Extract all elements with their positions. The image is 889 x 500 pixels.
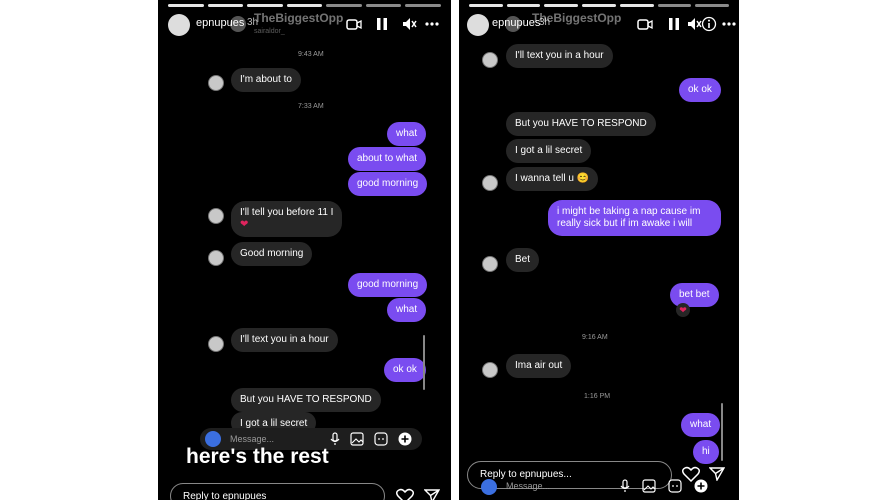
sender-avatar	[482, 256, 498, 272]
heart-icon[interactable]	[396, 488, 414, 500]
heart-emoji-icon: ❤	[240, 219, 249, 230]
more-icon[interactable]	[424, 16, 440, 32]
message-bubble[interactable]: But you HAVE TO RESPOND	[506, 112, 656, 136]
sticker-icon[interactable]	[668, 479, 682, 493]
message-bubble[interactable]: bet bet	[670, 283, 719, 307]
camera-icon[interactable]	[637, 16, 653, 32]
send-icon[interactable]	[424, 489, 440, 500]
camera-icon[interactable]	[346, 16, 362, 32]
gallery-icon[interactable]	[642, 479, 656, 493]
more-icon[interactable]	[721, 16, 737, 32]
gallery-icon[interactable]	[350, 432, 364, 446]
message-bubble[interactable]: good morning	[348, 172, 428, 196]
heart-reaction-icon: ❤	[676, 303, 690, 317]
scrollbar[interactable]	[423, 335, 425, 390]
dm-contact-name: TheBiggestOpp	[254, 11, 344, 25]
right-story-panel: epnupues 3h TheBiggestOpp I'll text you …	[459, 0, 739, 500]
message-bubble[interactable]: Good morning	[231, 242, 313, 266]
timestamp: 9:16 AM	[582, 334, 608, 341]
mute-icon[interactable]	[686, 16, 702, 32]
mic-icon[interactable]	[620, 479, 630, 493]
message-bubble[interactable]: good morning	[348, 273, 428, 297]
sender-avatar	[208, 336, 224, 352]
message-bubble[interactable]: I'll tell you before 11 I ❤	[231, 201, 343, 237]
camera-button-icon[interactable]	[481, 479, 497, 495]
message-bubble[interactable]: I'll text you in a hour	[506, 44, 613, 68]
sender-avatar	[482, 175, 498, 191]
dm-contact-sub: sairaldor_	[254, 28, 285, 35]
left-story-panel: epnupues 3h TheBiggestOpp sairaldor_ 9:4…	[158, 0, 451, 500]
sender-avatar	[208, 75, 224, 91]
message-bubble[interactable]: i might be taking a nap cause im really …	[548, 200, 721, 236]
pause-icon[interactable]	[666, 16, 682, 32]
sender-avatar	[208, 208, 224, 224]
timestamp: 1:16 PM	[584, 393, 611, 400]
message-text: I'll tell you before 11 I	[240, 207, 334, 218]
story-username[interactable]: epnupues	[196, 17, 244, 29]
compose-placeholder: Message...	[230, 434, 275, 444]
sender-avatar	[482, 52, 498, 68]
sender-avatar	[482, 362, 498, 378]
message-bubble[interactable]: what	[387, 122, 427, 146]
compose-placeholder: Message...	[506, 481, 551, 491]
plus-icon[interactable]	[398, 432, 412, 446]
message-bubble[interactable]: ok ok	[679, 78, 721, 102]
dm-contact-name: TheBiggestOpp	[532, 11, 622, 25]
message-bubble[interactable]: I'm about to	[231, 68, 301, 92]
message-bubble[interactable]: Bet	[506, 248, 540, 272]
scrollbar[interactable]	[721, 403, 723, 461]
story-progress-bar	[168, 4, 442, 7]
message-compose-bar[interactable]: Message...	[475, 476, 715, 500]
plus-icon[interactable]	[694, 479, 708, 493]
story-caption: here's the rest	[186, 445, 329, 468]
message-bubble[interactable]: what	[681, 413, 721, 437]
message-bubble[interactable]: hi	[693, 440, 719, 464]
pause-icon[interactable]	[374, 16, 390, 32]
sticker-icon[interactable]	[374, 432, 388, 446]
sender-avatar	[208, 250, 224, 266]
story-avatar[interactable]	[168, 14, 190, 36]
message-bubble[interactable]: what	[387, 298, 427, 322]
mic-icon[interactable]	[330, 432, 340, 446]
message-bubble[interactable]: But you HAVE TO RESPOND	[231, 388, 381, 412]
reply-input[interactable]: Reply to epnupues	[170, 483, 385, 500]
story-avatar[interactable]	[467, 14, 489, 36]
message-bubble[interactable]: I'll text you in a hour	[231, 328, 338, 352]
reply-placeholder: Reply to epnupues	[183, 491, 267, 500]
info-icon[interactable]	[701, 16, 717, 32]
story-progress-bar	[469, 4, 730, 7]
message-bubble[interactable]: ok ok	[384, 358, 426, 382]
message-bubble[interactable]: Ima air out	[506, 354, 572, 378]
message-bubble[interactable]: I wanna tell u 😊	[506, 167, 599, 191]
message-bubble[interactable]: about to what	[348, 147, 427, 171]
timestamp: 9:43 AM	[298, 51, 324, 58]
message-bubble[interactable]: I got a lil secret	[506, 139, 592, 163]
timestamp: 7:33 AM	[298, 103, 324, 110]
mute-icon[interactable]	[401, 16, 417, 32]
